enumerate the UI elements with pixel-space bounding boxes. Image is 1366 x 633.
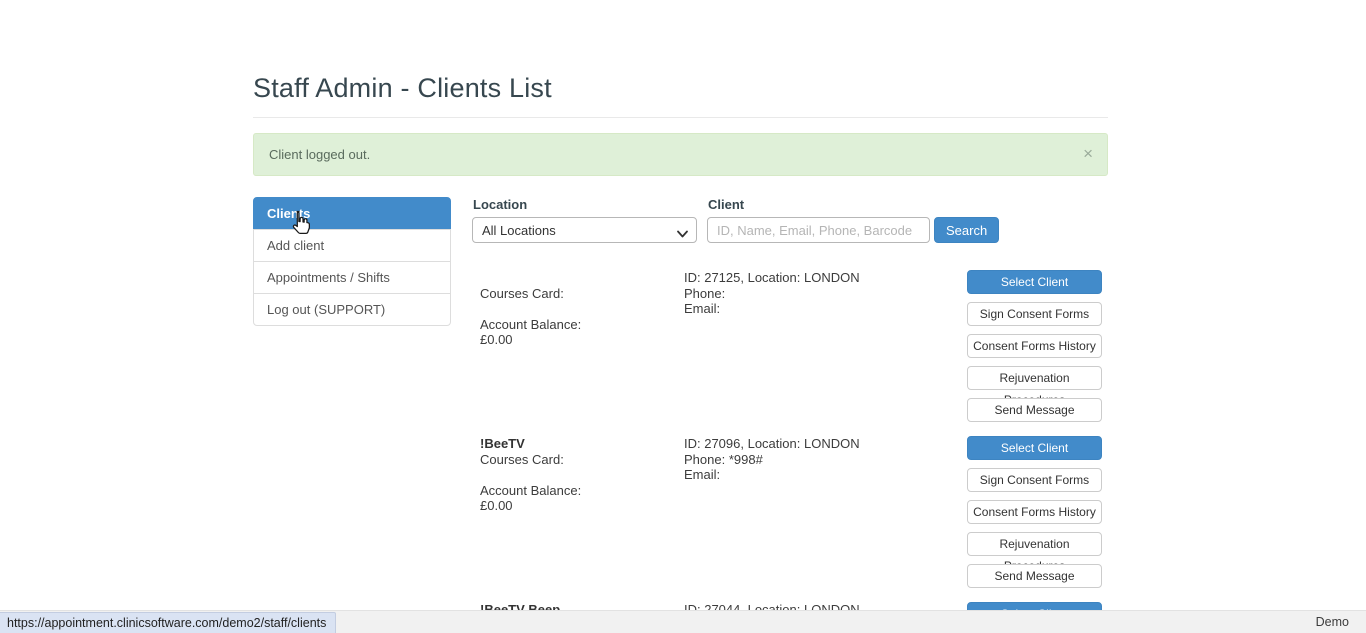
consent-forms-history-button[interactable]: Consent Forms History — [967, 334, 1102, 358]
title-divider — [253, 117, 1108, 118]
client-row: Courses Card: Account Balance: £0.00 ID:… — [472, 270, 1108, 422]
client-email: Email: — [684, 301, 967, 317]
location-select[interactable]: All Locations — [472, 217, 697, 243]
consent-forms-history-button[interactable]: Consent Forms History — [967, 500, 1102, 524]
sidebar-item-clients[interactable]: Clients — [253, 197, 451, 230]
link-url-tooltip: https://appointment.clinicsoftware.com/d… — [0, 612, 336, 633]
sign-consent-forms-button[interactable]: Sign Consent Forms — [967, 302, 1102, 326]
client-list: Courses Card: Account Balance: £0.00 ID:… — [472, 270, 1108, 633]
client-actions-column: Select Client Sign Consent Forms Consent… — [967, 270, 1108, 422]
send-message-button[interactable]: Send Message — [967, 398, 1102, 422]
location-select-wrap: All Locations — [472, 222, 697, 239]
demo-label: Demo — [1316, 615, 1349, 629]
account-balance-label: Account Balance: — [480, 483, 684, 499]
client-phone: Phone: — [684, 286, 967, 302]
client-actions-column: Select Client Sign Consent Forms Consent… — [967, 436, 1108, 588]
rejuvenation-procedures-button[interactable]: Rejuvenation Procedures — [967, 532, 1102, 556]
account-balance-value: £0.00 — [480, 498, 684, 514]
client-details-column: ID: 27125, Location: LONDON Phone: Email… — [684, 270, 967, 422]
sidebar: Clients Add client Appointments / Shifts… — [253, 197, 451, 633]
client-filter-group: Client — [702, 197, 930, 243]
courses-card-label: Courses Card: — [480, 286, 684, 302]
client-name: !BeeTV — [480, 436, 684, 452]
client-row: !BeeTV Courses Card: Account Balance: £0… — [472, 436, 1108, 588]
client-summary-column: Courses Card: Account Balance: £0.00 — [472, 270, 684, 422]
account-balance-label: Account Balance: — [480, 317, 684, 333]
select-client-button[interactable]: Select Client — [967, 270, 1102, 294]
location-label: Location — [473, 197, 697, 212]
page-title: Staff Admin - Clients List — [253, 73, 1108, 104]
client-email: Email: — [684, 467, 967, 483]
sidebar-menu: Clients Add client Appointments / Shifts… — [253, 197, 451, 326]
client-label: Client — [708, 197, 930, 212]
client-name — [480, 270, 684, 286]
client-summary-column: !BeeTV Courses Card: Account Balance: £0… — [472, 436, 684, 588]
sidebar-item-appointments-shifts[interactable]: Appointments / Shifts — [253, 261, 451, 294]
account-balance-value: £0.00 — [480, 332, 684, 348]
client-id-location: ID: 27096, Location: LONDON — [684, 436, 967, 452]
courses-card-label: Courses Card: — [480, 452, 684, 468]
rejuvenation-procedures-button[interactable]: Rejuvenation Procedures — [967, 366, 1102, 390]
sidebar-item-add-client[interactable]: Add client — [253, 229, 451, 262]
screen: Staff Admin - Clients List Client logged… — [0, 0, 1366, 633]
content: Clients Add client Appointments / Shifts… — [253, 197, 1108, 633]
status-strip: https://appointment.clinicsoftware.com/d… — [0, 610, 1366, 633]
client-details-column: ID: 27096, Location: LONDON Phone: *998#… — [684, 436, 967, 588]
page-container: Staff Admin - Clients List Client logged… — [253, 0, 1108, 633]
select-client-button[interactable]: Select Client — [967, 436, 1102, 460]
client-phone: Phone: *998# — [684, 452, 967, 468]
alert-success: Client logged out. × — [253, 133, 1108, 176]
send-message-button[interactable]: Send Message — [967, 564, 1102, 588]
filter-bar: Location All Locations Client Search — [472, 197, 1108, 243]
alert-message: Client logged out. — [269, 147, 370, 162]
sign-consent-forms-button[interactable]: Sign Consent Forms — [967, 468, 1102, 492]
alert-close-icon[interactable]: × — [1083, 145, 1093, 162]
client-id-location: ID: 27125, Location: LONDON — [684, 270, 967, 286]
search-button[interactable]: Search — [934, 217, 999, 243]
location-filter-group: Location All Locations — [472, 197, 697, 243]
client-search-input[interactable] — [707, 217, 930, 243]
main-panel: Location All Locations Client Search — [472, 197, 1108, 633]
sidebar-item-logout[interactable]: Log out (SUPPORT) — [253, 293, 451, 326]
